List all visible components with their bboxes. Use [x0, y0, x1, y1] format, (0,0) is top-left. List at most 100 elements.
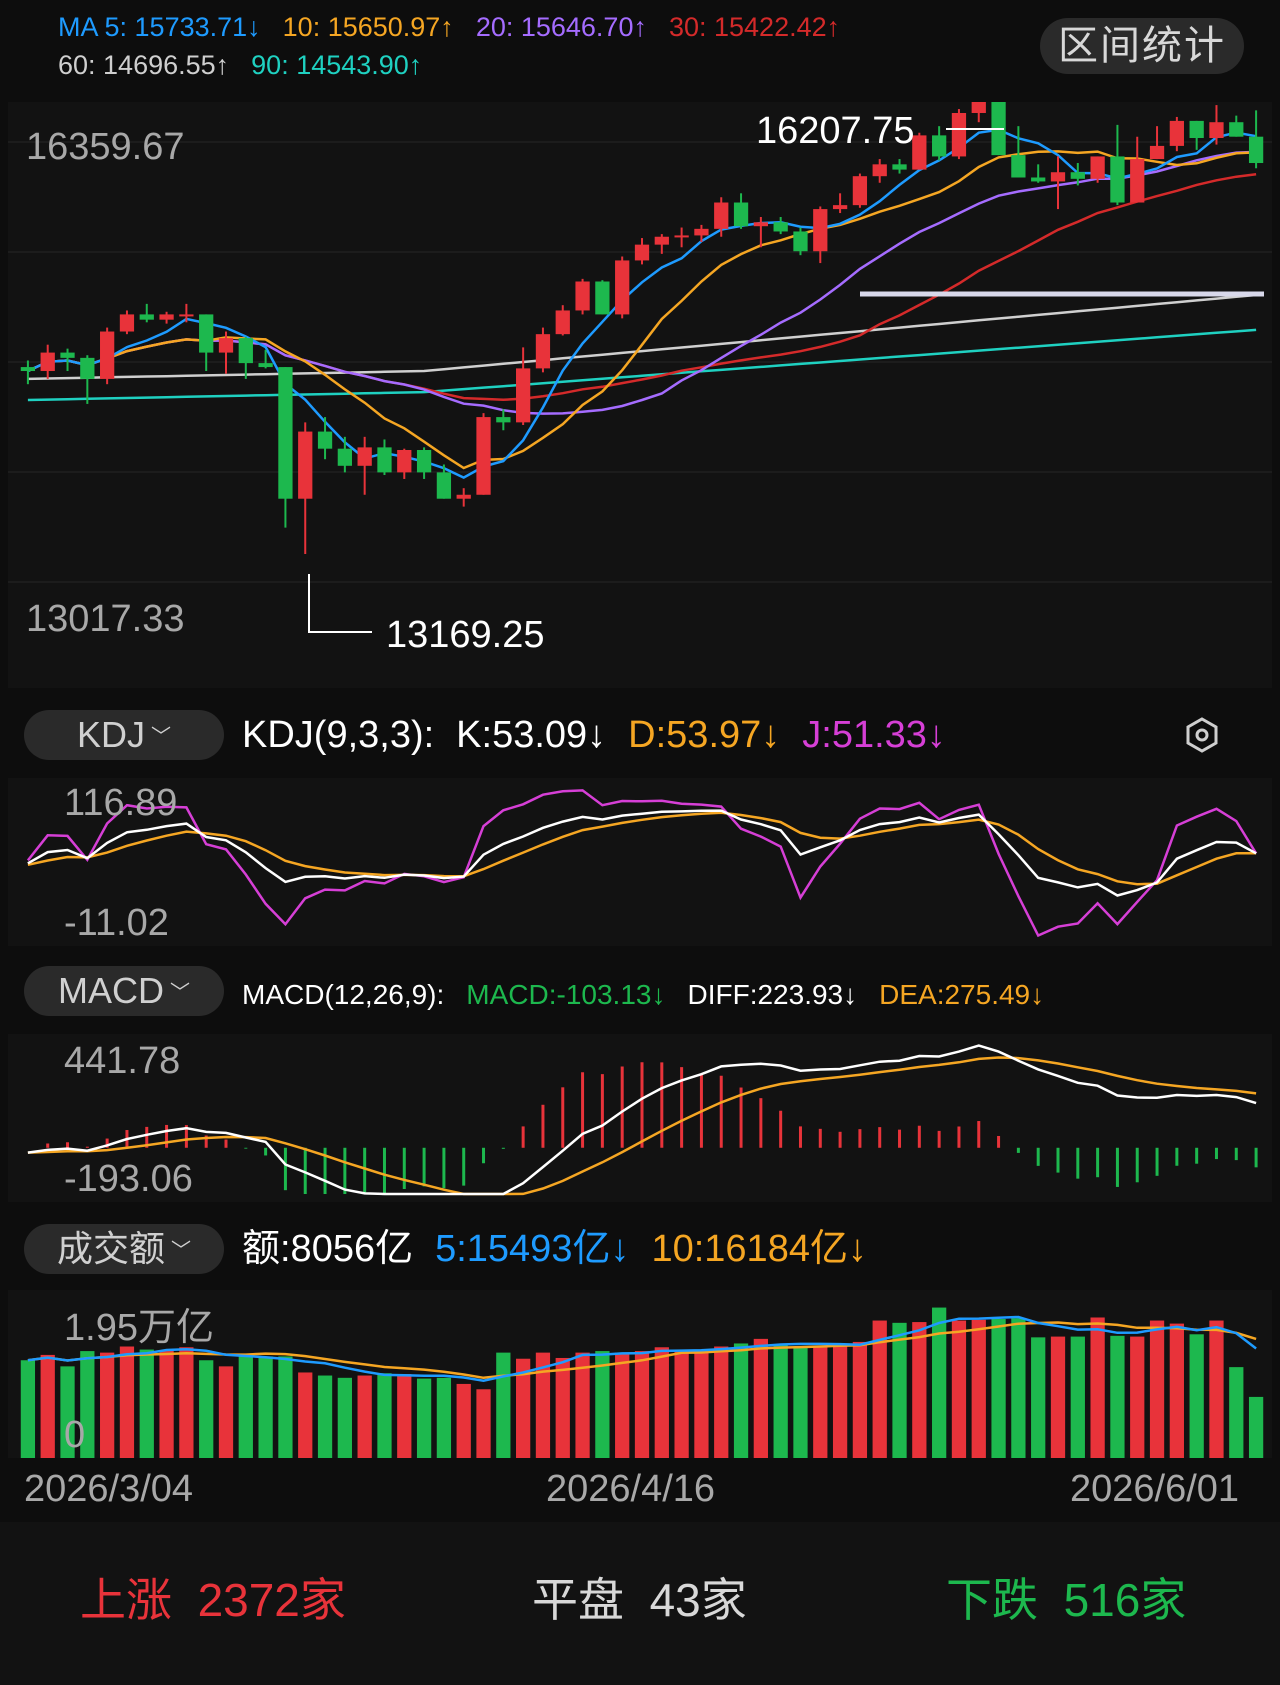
candle-body	[416, 450, 432, 473]
candle-body	[634, 244, 650, 261]
candle-body	[951, 112, 967, 157]
ma-legend-row-2: 60: 14696.55↑ 90: 14543.90↑	[58, 50, 444, 81]
volume-bar	[1011, 1318, 1026, 1458]
candle-body	[199, 314, 214, 353]
candle-body	[397, 450, 412, 473]
macd-chart-panel[interactable]	[8, 1034, 1272, 1202]
volume-amount: 额:8056亿	[242, 1228, 414, 1270]
candle-body	[496, 417, 511, 423]
candle-body	[179, 314, 194, 317]
kdj-chart-panel[interactable]	[8, 778, 1272, 946]
candle-body	[733, 202, 749, 227]
advancers-stat[interactable]: 上涨 2372家	[80, 1564, 346, 1630]
candle-body	[80, 357, 95, 379]
volume-ma10: 10:16184亿↓	[651, 1228, 867, 1270]
volume-bar	[100, 1352, 115, 1458]
volume-selector-button[interactable]: 成交额 ﹀	[24, 1224, 224, 1274]
volume-bar	[932, 1307, 947, 1458]
candle-body	[813, 209, 828, 252]
volume-bar	[694, 1349, 709, 1458]
candlestick-chart	[8, 78, 1272, 633]
volume-bar	[971, 1319, 986, 1458]
volume-bar	[1031, 1337, 1046, 1458]
candle-body	[1209, 122, 1224, 139]
market-breadth-footer: 上涨 2372家 平盘 43家 下跌 516家	[0, 1522, 1280, 1685]
volume-bar	[1229, 1367, 1244, 1458]
candle-body	[932, 135, 947, 157]
candle-body	[476, 417, 491, 495]
ma10-value: 10: 15650.97↑	[282, 12, 454, 42]
volume-bar	[1149, 1320, 1165, 1458]
macd-value: MACD:-103.13↓	[466, 979, 666, 1010]
candle-body	[1110, 156, 1125, 203]
volume-bar	[714, 1346, 729, 1458]
volume-bar	[258, 1356, 273, 1458]
price-chart-panel[interactable]	[8, 78, 1272, 688]
range-stats-button[interactable]: 区间统计	[1040, 18, 1244, 74]
volume-values: 额:8056亿 5:15493亿↓ 10:16184亿↓	[242, 1226, 889, 1272]
chevron-down-icon: ﹀	[170, 982, 190, 1005]
volume-bar	[1248, 1396, 1264, 1458]
price-axis-top: 16359.67	[26, 126, 185, 168]
volume-bar	[674, 1351, 689, 1458]
candle-body	[1229, 122, 1244, 137]
candle-body	[971, 89, 986, 113]
candle-body	[892, 164, 907, 170]
candle-body	[40, 352, 55, 372]
volume-bar	[278, 1356, 293, 1458]
decliners-stat[interactable]: 下跌 516家	[946, 1564, 1186, 1630]
candle-body	[595, 281, 610, 315]
volume-bar	[20, 1360, 36, 1458]
kdj-title: KDJ(9,3,3):	[242, 714, 435, 756]
candle-body	[654, 236, 669, 245]
volume-bar	[813, 1346, 828, 1458]
candle-body	[1189, 120, 1204, 139]
candle-body	[674, 235, 689, 238]
kdj-j-line	[26, 789, 1258, 938]
macd-header: MACD ﹀ MACD(12,26,9): MACD:-103.13↓ DIFF:22…	[0, 958, 1280, 1024]
kdj-axis-bottom: -11.02	[64, 902, 169, 944]
candle-body	[535, 334, 551, 369]
candle-body	[753, 222, 768, 227]
high-price-label: 16207.75	[756, 110, 915, 152]
price-axis-bottom: 13017.33	[26, 598, 185, 640]
kdj-d-value: D:53.97↓	[628, 714, 781, 756]
advancers-value: 2372家	[197, 1574, 346, 1626]
volume-bar	[912, 1322, 927, 1458]
volume-bar	[298, 1372, 313, 1458]
candle-body	[1130, 159, 1145, 203]
macd-title: MACD(12,26,9):	[242, 979, 445, 1010]
candle-body	[1011, 155, 1026, 178]
candle-body	[1169, 120, 1184, 146]
chevron-down-icon: ﹀	[151, 726, 171, 749]
low-marker-line	[308, 574, 372, 633]
volume-bar	[832, 1344, 848, 1458]
volume-bar	[119, 1346, 135, 1458]
date-middle: 2026/4/16	[546, 1468, 716, 1510]
volume-bar	[1050, 1336, 1066, 1458]
candle-body	[100, 331, 115, 379]
gear-icon[interactable]	[1183, 716, 1221, 754]
volume-bar	[496, 1352, 511, 1458]
unchanged-value: 43家	[649, 1574, 747, 1626]
unchanged-label: 平盘	[532, 1574, 624, 1626]
candle-body	[575, 281, 590, 311]
kdj-button-label: KDJ	[76, 714, 145, 755]
candle-body	[714, 202, 729, 229]
candle-body	[456, 494, 471, 499]
kdj-k-line	[27, 809, 1257, 897]
macd-selector-button[interactable]: MACD ﹀	[24, 966, 224, 1016]
volume-bar	[377, 1373, 392, 1458]
volume-bar	[218, 1366, 234, 1458]
macd-axis-bottom: -193.06	[64, 1158, 193, 1200]
volume-axis-top: 1.95万亿	[64, 1307, 214, 1349]
kdj-selector-button[interactable]: KDJ ﹀	[24, 710, 224, 760]
unchanged-stat[interactable]: 平盘 43家	[532, 1564, 747, 1630]
candle-body	[793, 231, 808, 252]
macd-chart	[27, 1044, 1258, 1196]
candle-body	[436, 472, 452, 499]
volume-bar	[892, 1322, 907, 1458]
volume-bar	[476, 1389, 491, 1458]
volume-bar	[357, 1375, 372, 1458]
volume-bar	[1189, 1334, 1204, 1458]
